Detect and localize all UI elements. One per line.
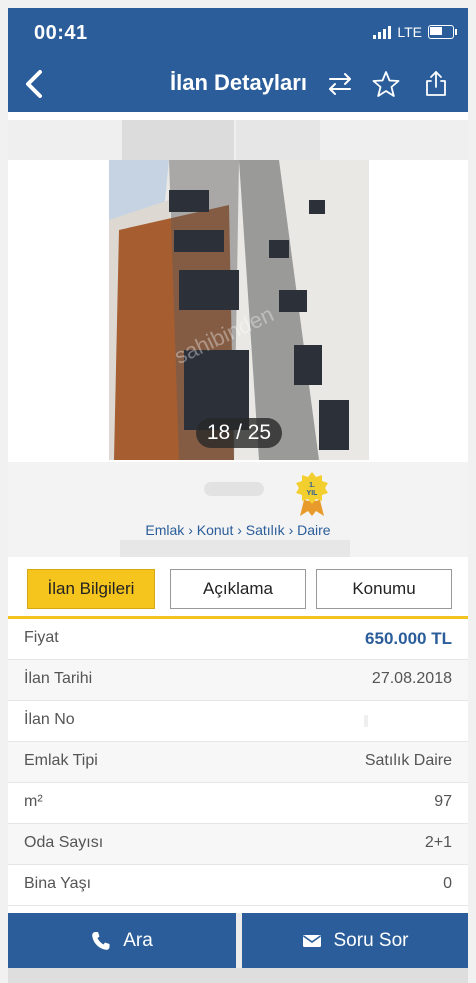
blurred-block bbox=[120, 540, 350, 557]
detail-label: Bina Yaşı bbox=[24, 875, 92, 892]
detail-row-area: m² 97 bbox=[8, 783, 468, 824]
listing-photo[interactable]: sahibinden bbox=[109, 160, 369, 460]
bottom-strip bbox=[8, 968, 468, 983]
detail-row-building-age: Bina Yaşı 0 bbox=[8, 865, 468, 906]
svg-text:YIL: YIL bbox=[307, 490, 319, 497]
phone-icon bbox=[92, 931, 110, 950]
redacted-value bbox=[364, 715, 368, 727]
detail-label: Emlak Tipi bbox=[24, 752, 98, 769]
detail-label: m² bbox=[24, 793, 43, 810]
tab-aciklama[interactable]: Açıklama bbox=[170, 569, 306, 609]
detail-row-price: Fiyat 650.000 TL bbox=[8, 619, 468, 660]
action-bar: Ara Soru Sor bbox=[8, 913, 468, 968]
detail-value: 2+1 bbox=[424, 834, 452, 851]
blurred-block bbox=[236, 120, 320, 160]
detail-label: Fiyat bbox=[24, 629, 59, 646]
call-button-label: Ara bbox=[123, 929, 153, 951]
breadcrumb[interactable]: Emlak › Konut › Satılık › Daire bbox=[8, 522, 468, 538]
battery-icon bbox=[428, 25, 457, 39]
blurred-seller-name bbox=[204, 482, 264, 496]
blurred-block bbox=[122, 120, 234, 160]
detail-table: Fiyat 650.000 TL İlan Tarihi 27.08.2018 … bbox=[8, 619, 468, 906]
call-button[interactable]: Ara bbox=[8, 913, 236, 968]
nav-bar: İlan Detayları bbox=[8, 56, 468, 112]
ask-button-label: Soru Sor bbox=[333, 929, 409, 951]
detail-value: 650.000 TL bbox=[365, 629, 452, 648]
detail-row-listing-no: İlan No bbox=[8, 701, 468, 742]
tab-bar: İlan Bilgileri Açıklama Konumu bbox=[8, 557, 468, 619]
tab-ilan-bilgileri[interactable]: İlan Bilgileri bbox=[27, 569, 155, 609]
signal-icon bbox=[373, 25, 392, 39]
network-label: LTE bbox=[397, 24, 422, 40]
listing-meta: 1. YIL Emlak › Konut › Satılık › Daire bbox=[8, 462, 468, 557]
photo-counter: 18 / 25 bbox=[196, 418, 282, 448]
tab-konumu[interactable]: Konumu bbox=[316, 569, 452, 609]
year-badge-icon: 1. YIL bbox=[296, 472, 328, 516]
detail-value: Satılık Daire bbox=[364, 752, 452, 769]
envelope-icon bbox=[302, 934, 321, 947]
summary-band bbox=[8, 120, 468, 160]
detail-label: İlan No bbox=[24, 711, 75, 728]
detail-row-type: Emlak Tipi Satılık Daire bbox=[8, 742, 468, 783]
detail-value: 97 bbox=[434, 793, 452, 810]
app-screen: 00:41 LTE İlan Detayları sahibinden 18 /… bbox=[8, 8, 468, 983]
favorite-star-icon[interactable] bbox=[372, 70, 400, 98]
status-bar: 00:41 LTE bbox=[8, 8, 468, 56]
detail-label: Oda Sayısı bbox=[24, 834, 104, 851]
status-time: 00:41 bbox=[34, 22, 88, 44]
photo-gallery[interactable]: sahibinden 18 / 25 bbox=[8, 160, 468, 462]
detail-row-rooms: Oda Sayısı 2+1 bbox=[8, 824, 468, 865]
share-icon[interactable] bbox=[422, 70, 450, 98]
detail-value: 0 bbox=[443, 875, 452, 892]
compare-icon[interactable] bbox=[326, 70, 354, 98]
building-image: sahibinden bbox=[109, 160, 369, 460]
svg-text:1.: 1. bbox=[309, 482, 315, 489]
detail-row-date: İlan Tarihi 27.08.2018 bbox=[8, 660, 468, 701]
back-chevron-icon[interactable] bbox=[18, 66, 52, 102]
status-indicators: LTE bbox=[373, 24, 457, 40]
ask-question-button[interactable]: Soru Sor bbox=[242, 913, 468, 968]
detail-value: 27.08.2018 bbox=[371, 670, 452, 687]
page-title: İlan Detayları bbox=[170, 70, 307, 95]
detail-label: İlan Tarihi bbox=[24, 670, 93, 687]
